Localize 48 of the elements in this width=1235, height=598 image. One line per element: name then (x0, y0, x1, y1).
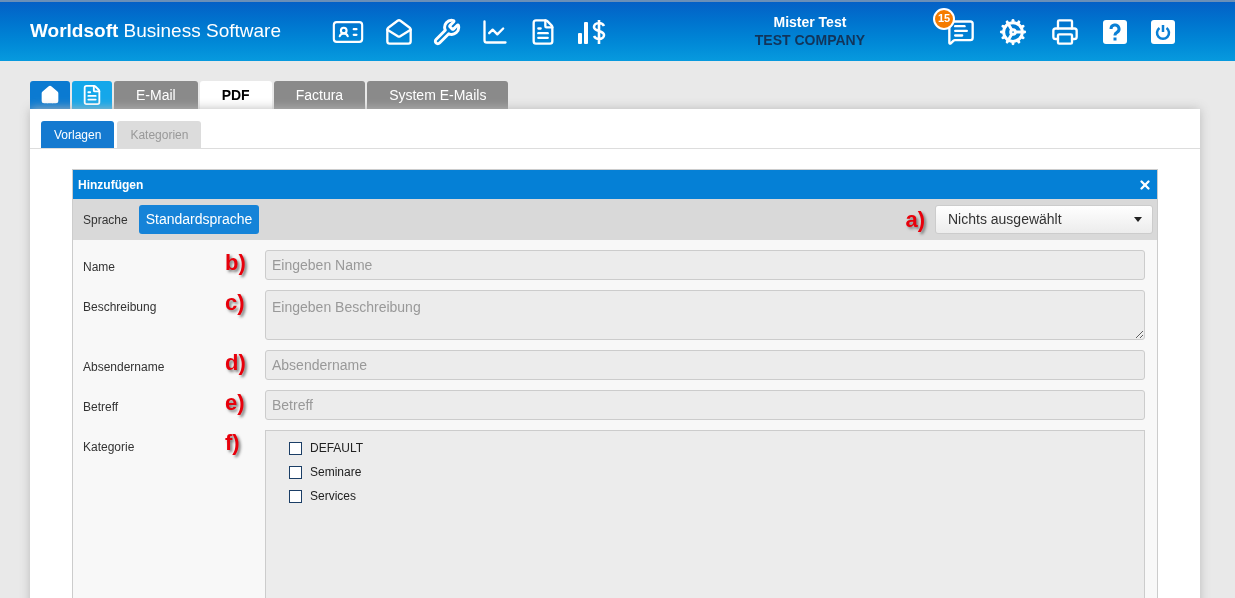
checkbox-label: Seminare (310, 464, 362, 481)
input-field[interactable]: Eingeben Name (265, 250, 1145, 280)
language-label: Sprache (83, 211, 128, 229)
tab[interactable] (30, 81, 70, 109)
field-label: Betreff (83, 399, 120, 416)
home-icon (40, 85, 60, 105)
printer-icon[interactable] (1051, 17, 1079, 46)
annotation-letter: b) (225, 250, 246, 275)
line-chart-icon[interactable] (480, 17, 509, 46)
caret-icon (1134, 217, 1142, 222)
checkbox[interactable] (289, 489, 302, 503)
sub-tab[interactable]: Vorlagen (41, 121, 115, 148)
input-field[interactable]: Betreff (265, 390, 1145, 420)
checkbox-label: Services (310, 488, 356, 505)
annotation-letter: d) (225, 350, 246, 375)
dropdown[interactable]: Nichts ausgewählt (935, 205, 1153, 234)
checkbox-label: DEFAULT (310, 440, 364, 457)
annotation-letter: c) (225, 290, 245, 315)
annotation-letter: e) (225, 390, 245, 415)
input-field[interactable]: Absendername (265, 350, 1145, 380)
settings-icon[interactable] (999, 17, 1027, 46)
field-label: Name (83, 259, 116, 276)
tab[interactable] (72, 81, 112, 109)
field-label: Kategorie (83, 439, 136, 456)
power-icon[interactable] (1151, 19, 1175, 44)
help-icon[interactable] (1103, 19, 1127, 44)
tab[interactable]: PDF (199, 81, 272, 109)
close-icon[interactable] (1138, 177, 1152, 192)
tab[interactable]: Factura (273, 81, 366, 109)
app-title: Worldsoft Business Software (30, 19, 282, 44)
annotation-letter: f) (225, 430, 240, 455)
language-button[interactable]: Standardsprache (138, 205, 260, 234)
checkbox[interactable] (289, 441, 302, 455)
field-label: Absendername (83, 359, 166, 376)
checkbox[interactable] (289, 465, 302, 479)
dialog-title: Hinzufügen (78, 176, 144, 194)
tools-icon[interactable] (432, 17, 461, 46)
document-icon (81, 84, 103, 106)
text-area[interactable]: Eingeben Beschreibung (265, 290, 1145, 340)
field-label: Beschreibung (83, 299, 158, 316)
sub-tab[interactable]: Kategorien (117, 121, 202, 148)
mail-icon[interactable] (384, 17, 413, 46)
tab[interactable]: E-Mail (114, 81, 198, 109)
tab[interactable]: System E-Mails (367, 81, 509, 109)
user-name: Mister Test (773, 14, 847, 32)
notification-badge: 15 (933, 7, 955, 30)
annotation-letter: a) (905, 208, 925, 231)
company-name: TEST COMPANY (754, 31, 865, 49)
